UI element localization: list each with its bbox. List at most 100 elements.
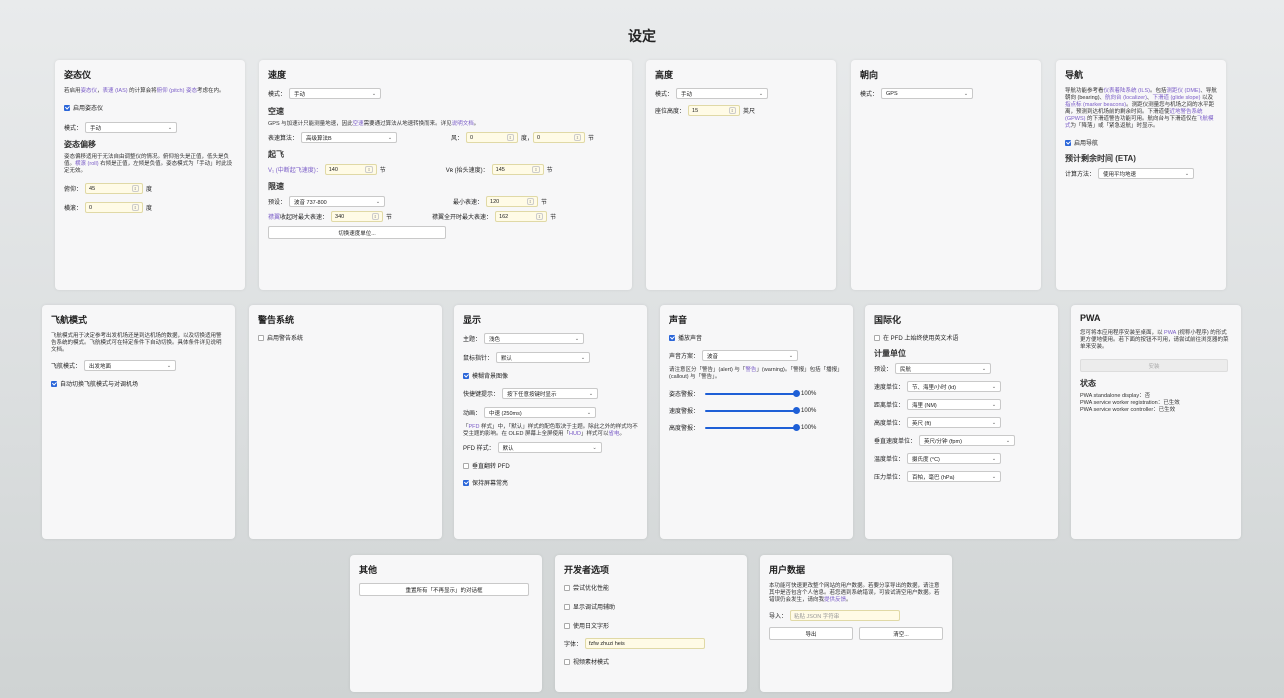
pitch-link[interactable]: 俯仰 (pitch) 姿态 (157, 88, 197, 94)
pitch-unit: 度 (146, 187, 153, 193)
chevron-down-icon: ⌄ (758, 90, 764, 97)
min-speed-input[interactable]: 120 ⇕ (486, 196, 539, 207)
glide-slope-link[interactable]: 下滑道 (glide slope) (1152, 95, 1200, 101)
docs-link[interactable]: 说明文档 (452, 121, 474, 127)
power-save-link[interactable]: 省电 (608, 431, 619, 437)
speed-preset-select[interactable]: 波音 737-800 ⌄ (289, 196, 386, 207)
flaps-full-max-input[interactable]: 162 ⇕ (495, 211, 548, 222)
altitude-alert-value: 100% (801, 424, 817, 431)
unit-preset-select[interactable]: 民航 ⌄ (895, 363, 992, 374)
theme-select[interactable]: 浅色 ⌄ (484, 333, 585, 344)
chevron-down-icon: ⌄ (991, 401, 997, 408)
vs-unit-select[interactable]: 英尺/分钟 (fpm) ⌄ (919, 435, 1016, 446)
optimize-perf-checkbox[interactable] (564, 584, 570, 591)
display-card: 显示 主题： 浅色 ⌄ 鼠标指针： 默认 ⌄ 模糊背景图像 快捷键提示： 按下任意按键时显… (454, 305, 647, 539)
auto-switch-checkbox[interactable] (51, 380, 57, 387)
pressure-unit-select[interactable]: 百帕，毫巴 (hPa) ⌄ (907, 471, 1002, 482)
warning-link[interactable]: 警告 (745, 367, 756, 373)
hud-link[interactable]: HUD (569, 431, 581, 437)
enable-warning-checkbox[interactable] (258, 334, 264, 341)
switch-speed-unit-button[interactable]: 切换速度单位... (268, 226, 446, 239)
reset-dialogs-button[interactable]: 重置所有「不再显示」的对话框 (359, 583, 529, 596)
chevron-down-icon: ⌄ (991, 383, 997, 390)
chevron-down-icon: ⌄ (963, 90, 969, 97)
altitude-unit-select[interactable]: 英尺 (ft) ⌄ (907, 417, 1002, 428)
ils-link[interactable]: 仪表着陆系统 (ILS) (1104, 88, 1150, 94)
roll-input[interactable]: 0 ⇕ (85, 202, 144, 213)
takeoff-heading: 起飞 (268, 150, 284, 159)
wind-speed-input[interactable]: 0 ⇕ (533, 132, 586, 143)
speed-card: 速度 模式： 手动 ⌄ 空速 GPS 与加速计只能测量地速，因此空速需要通过算法从地… (259, 60, 632, 290)
flaps-link[interactable]: 襟翼 (268, 215, 280, 221)
eta-method-select[interactable]: 使用平均地速 ⌄ (1098, 168, 1195, 179)
attitude-mode-label: 模式： (64, 126, 83, 132)
debug-helper-checkbox[interactable] (564, 603, 570, 610)
speed-mode-select[interactable]: 手动 ⌄ (289, 88, 382, 99)
vr-unit: 节 (546, 168, 553, 174)
speed-preset-label: 预设： (268, 200, 287, 206)
distance-unit-select[interactable]: 海里 (NM) ⌄ (907, 399, 1002, 410)
play-sound-label: 播放声音 (678, 336, 703, 342)
keep-screen-on-label: 保持屏幕常亮 (472, 481, 509, 487)
attitude-alert-value: 100% (801, 390, 817, 397)
video-mode-checkbox[interactable] (564, 658, 570, 665)
cursor-select[interactable]: 默认 ⌄ (496, 352, 591, 363)
keep-screen-on-checkbox[interactable] (463, 479, 469, 486)
slider-knob[interactable] (793, 406, 801, 414)
pfd-style-select[interactable]: 默认 ⌄ (497, 442, 602, 453)
sound-scheme-label: 声音方案： (669, 354, 700, 360)
japanese-glyphs-checkbox[interactable] (564, 622, 570, 629)
slider-knob[interactable] (793, 423, 801, 431)
ias-link[interactable]: 表速 (IAS) (103, 88, 128, 94)
chevron-down-icon: ⌄ (991, 473, 997, 480)
sound-scheme-select[interactable]: 波音 ⌄ (702, 350, 799, 361)
enable-warning-label: 启用警告系统 (267, 336, 304, 342)
heading-mode-select[interactable]: GPS ⌄ (881, 88, 974, 99)
clear-button[interactable]: 清空... (859, 627, 943, 640)
import-input[interactable]: 粘贴 JSON 字符串 (790, 610, 901, 621)
flip-pfd-checkbox[interactable] (463, 462, 469, 469)
wind-direction-input[interactable]: 0 ⇕ (466, 132, 519, 143)
speed-unit-select[interactable]: 节、海里/小时 (kt) ⌄ (907, 381, 1002, 392)
airport-elevation-input[interactable]: 15 ⇕ (688, 105, 741, 116)
attitude-desc: 若启用姿态仪，表速 (IAS) 的计算会将俯仰 (pitch) 姿态考虑在内。 (64, 88, 225, 94)
airspeed-link[interactable]: 空速 (353, 121, 364, 127)
feedback-link[interactable]: 提供反馈 (824, 597, 846, 603)
algo-label: 表速算法： (268, 136, 299, 142)
temp-unit-select[interactable]: 摄氏度 (°C) ⌄ (907, 453, 1002, 464)
dme-link[interactable]: 测距仪 (DME) (1166, 88, 1200, 94)
eta-method-label: 计算方法： (1065, 172, 1096, 178)
altitude-alert-slider[interactable] (705, 423, 801, 431)
install-button[interactable]: 安装 (1080, 359, 1228, 372)
v1-input[interactable]: 140 ⇕ (324, 164, 377, 175)
pfd-english-checkbox[interactable] (874, 334, 880, 341)
attitude-mode-select[interactable]: 手动 ⌄ (85, 122, 178, 133)
marker-beacons-link[interactable]: 指点标 (marker beacons) (1065, 102, 1126, 108)
localizer-link[interactable]: 航向台 (localizer) (1105, 95, 1147, 101)
play-sound-checkbox[interactable] (669, 334, 675, 341)
pitch-input[interactable]: 45 ⇕ (85, 183, 144, 194)
attitude-alert-slider[interactable] (705, 389, 801, 397)
algo-select[interactable]: 高级算法B ⌄ (301, 132, 398, 143)
anim-select[interactable]: 中速 (250ms) ⌄ (484, 407, 597, 418)
flight-mode-select[interactable]: 出发地面 ⌄ (84, 360, 177, 371)
enable-attitude-checkbox[interactable] (64, 104, 70, 111)
attitude-link[interactable]: 姿态仪 (81, 88, 98, 94)
blur-bg-checkbox[interactable] (463, 372, 469, 379)
roll-link[interactable]: 横滚 (roll) (75, 161, 99, 167)
altitude-mode-select[interactable]: 手动 ⌄ (676, 88, 769, 99)
spinner-icon: ⇕ (371, 213, 380, 220)
pfd-link[interactable]: PFD (469, 424, 480, 430)
slider-knob[interactable] (793, 389, 801, 397)
speed-alert-slider[interactable] (705, 406, 801, 414)
flaps-up-max-input[interactable]: 340 ⇕ (331, 211, 384, 222)
pwa-link[interactable]: PWA (1164, 330, 1176, 336)
units-heading: 计量单位 (874, 349, 906, 358)
spinner-icon: ⇕ (532, 166, 540, 173)
export-button[interactable]: 导出 (769, 627, 853, 640)
hotkey-select[interactable]: 按下任意按键时显示 ⌄ (502, 388, 599, 399)
vr-label: Vʀ (抬头速度)： (445, 168, 489, 174)
vr-input[interactable]: 145 ⇕ (491, 164, 544, 175)
enable-nav-checkbox[interactable] (1065, 139, 1071, 146)
font-input[interactable]: fzfw zhuzi heis (585, 638, 706, 649)
